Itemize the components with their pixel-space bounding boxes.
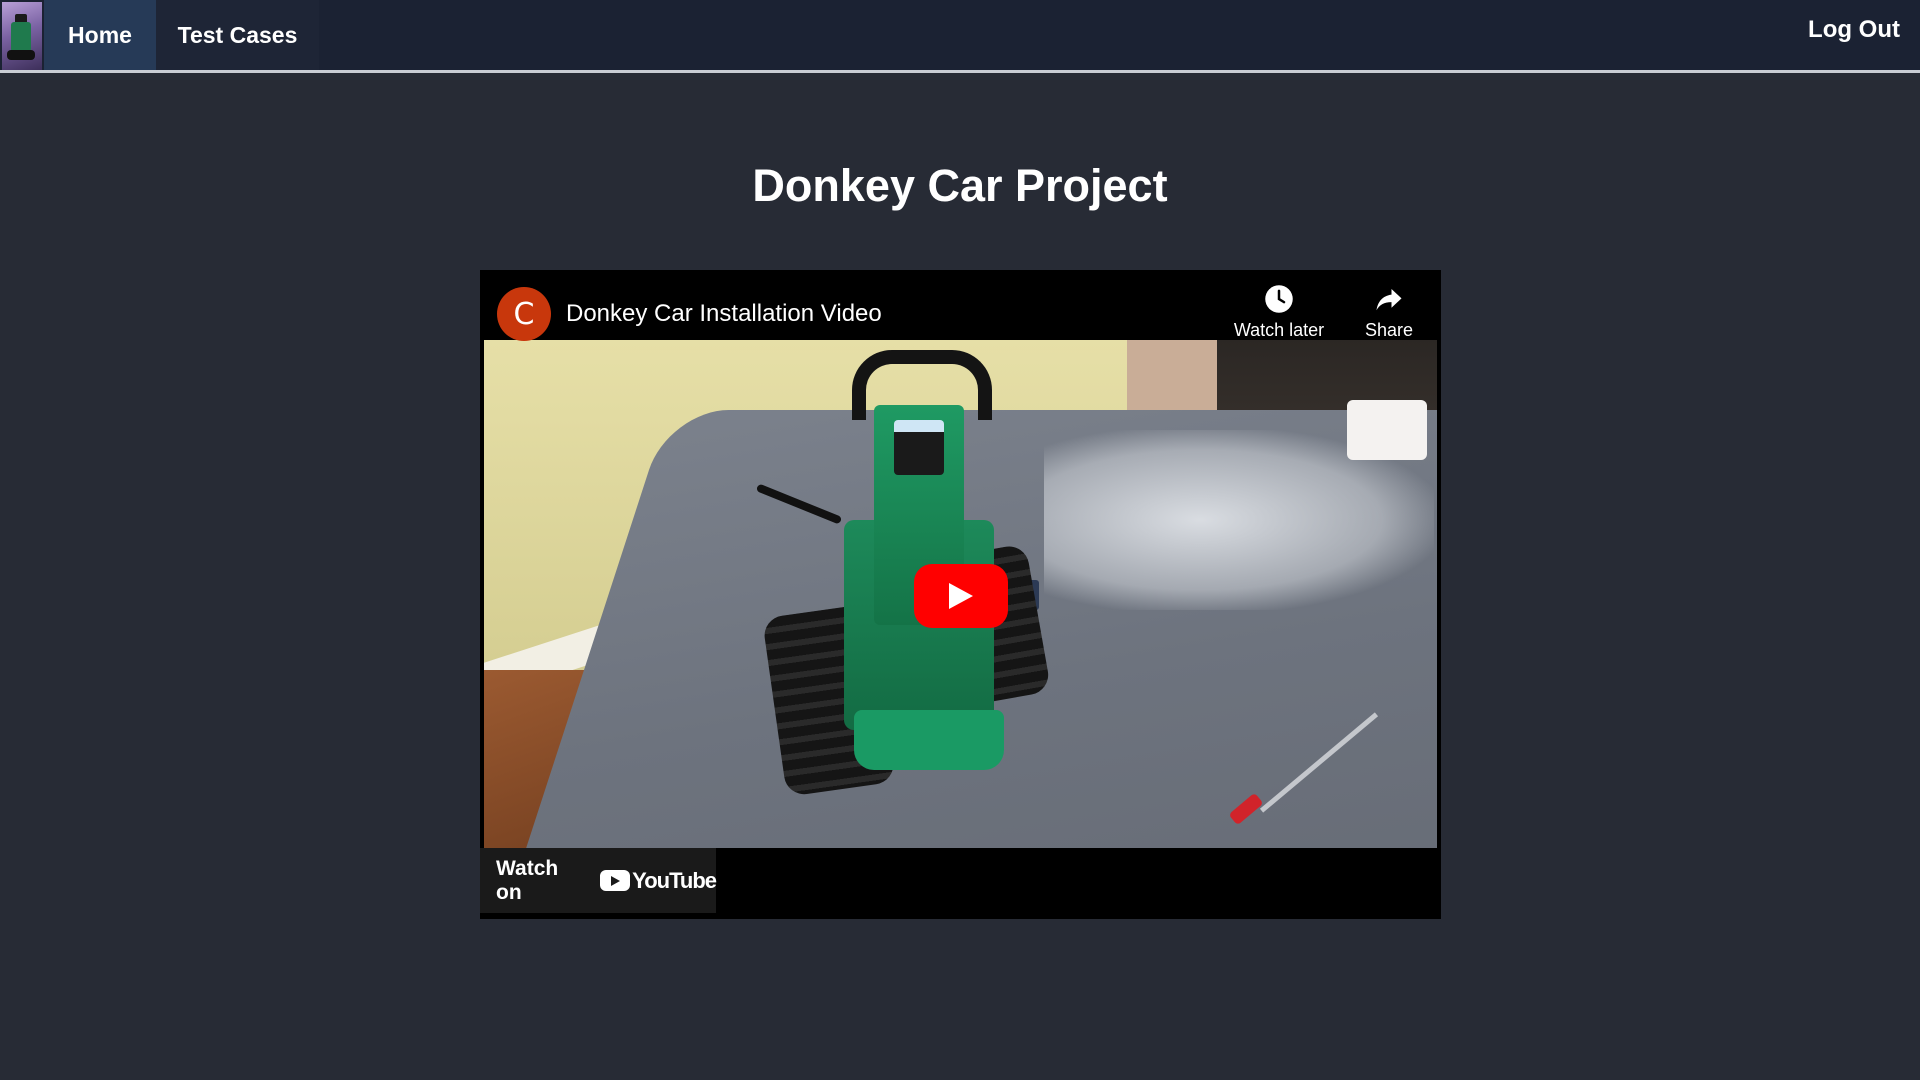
video-embed[interactable]: C Donkey Car Installation Video Watch la… [480,270,1441,919]
watch-later-button[interactable]: Watch later [1219,284,1339,341]
top-navbar: Home Test Cases Log Out [0,0,1920,73]
share-label: Share [1364,320,1414,340]
thumbnail-cloth [1347,400,1427,460]
robot-antenna [755,483,843,525]
play-icon [949,583,973,609]
page-title: Donkey Car Project [752,160,1168,211]
logo-robot-body [11,22,31,52]
nav-tab-home[interactable]: Home [44,0,156,70]
channel-avatar[interactable]: C [497,287,551,341]
robot-strap [852,350,992,420]
video-title[interactable]: Donkey Car Installation Video [566,300,882,328]
logo-robot-track [7,50,35,60]
youtube-logo: YouTube [600,867,717,894]
watch-on-label: Watch on [496,856,559,904]
robot-bumper [854,710,1004,770]
watch-on-youtube-button[interactable]: Watch on YouTube [480,848,717,913]
share-button[interactable]: Share [1349,284,1429,341]
site-logo[interactable] [2,2,42,70]
watch-later-label: Watch later [1233,320,1325,340]
nav-tab-test-cases[interactable]: Test Cases [156,0,319,70]
youtube-play-icon [600,870,631,891]
youtube-wordmark: YouTube [632,867,717,893]
robot-camera [894,420,944,475]
share-arrow-icon [1376,289,1402,311]
play-button[interactable] [914,564,1008,628]
logout-link[interactable]: Log Out [1808,16,1900,44]
clock-icon [1265,285,1293,313]
video-header: C Donkey Car Installation Video Watch la… [480,270,1441,341]
